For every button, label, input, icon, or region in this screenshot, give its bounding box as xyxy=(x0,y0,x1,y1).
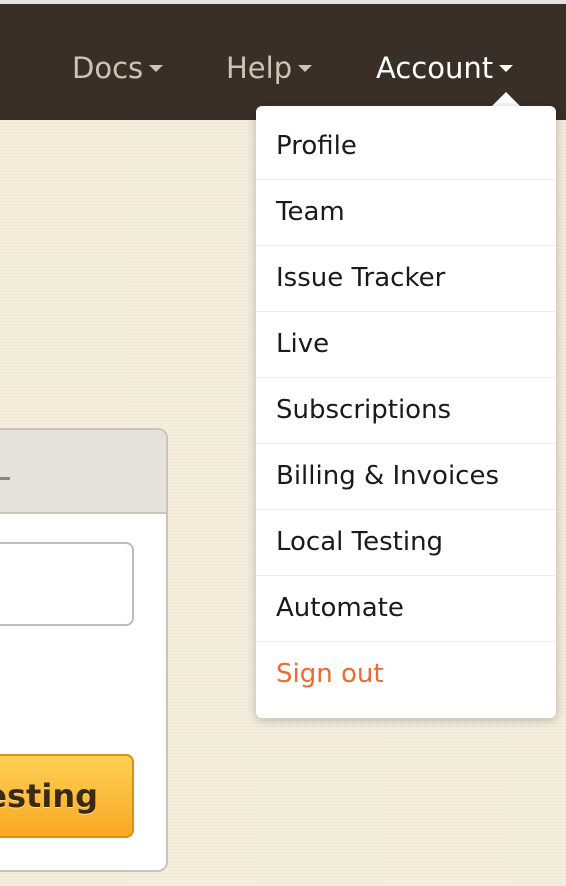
menu-item-sign-out[interactable]: Sign out xyxy=(256,642,556,707)
caret-down-icon xyxy=(298,64,313,72)
card-header-dash xyxy=(0,477,10,480)
nav-help-dropdown[interactable]: Help xyxy=(226,48,313,88)
card-header xyxy=(0,430,166,514)
menu-item-automate[interactable]: Automate xyxy=(256,576,556,642)
top-navigation-bar: Docs Help Account xyxy=(0,0,566,120)
account-dropdown-menu: Profile Team Issue Tracker Live Subscrip… xyxy=(256,106,556,718)
menu-item-billing-invoices[interactable]: Billing & Invoices xyxy=(256,444,556,510)
caret-down-icon xyxy=(499,64,514,72)
menu-item-local-testing[interactable]: Local Testing xyxy=(256,510,556,576)
nav-help-label: Help xyxy=(226,51,293,85)
start-testing-button-label: Testing xyxy=(0,777,98,815)
menu-item-issue-tracker[interactable]: Issue Tracker xyxy=(256,246,556,312)
account-menu-list: Profile Team Issue Tracker Live Subscrip… xyxy=(256,106,556,715)
nav-account-label: Account xyxy=(376,51,494,85)
card-text-input[interactable] xyxy=(0,542,134,626)
nav-docs-dropdown[interactable]: Docs xyxy=(72,48,164,88)
caret-down-icon xyxy=(149,64,164,72)
start-testing-button[interactable]: Testing xyxy=(0,754,134,838)
menu-item-profile[interactable]: Profile xyxy=(256,114,556,180)
menu-item-team[interactable]: Team xyxy=(256,180,556,246)
menu-item-live[interactable]: Live xyxy=(256,312,556,378)
nav-docs-label: Docs xyxy=(72,51,144,85)
nav-account-dropdown[interactable]: Account xyxy=(376,48,514,88)
menu-item-subscriptions[interactable]: Subscriptions xyxy=(256,378,556,444)
background-card: Testing xyxy=(0,428,168,872)
dropdown-pointer xyxy=(491,92,521,107)
